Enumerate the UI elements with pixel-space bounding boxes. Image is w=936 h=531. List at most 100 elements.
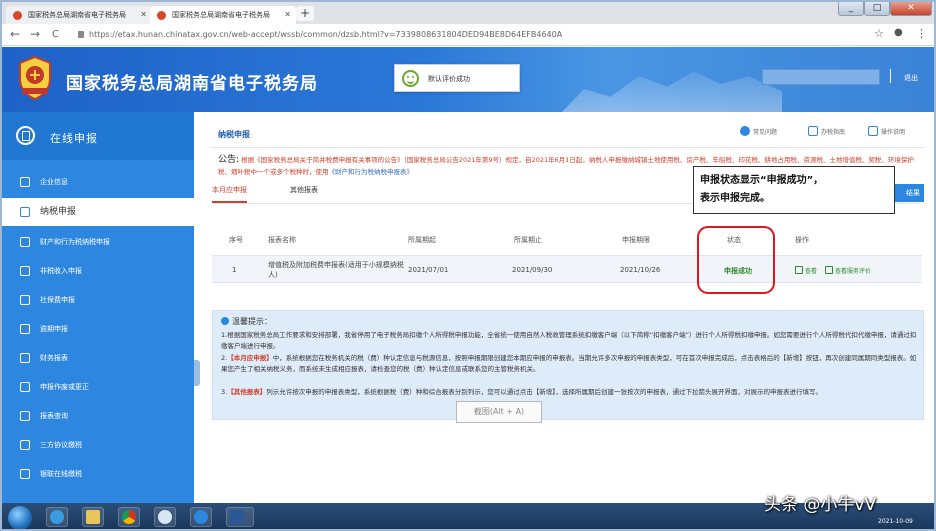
column-header: 所属期止 — [514, 236, 542, 244]
tax-favicon-icon — [13, 11, 22, 20]
service-eval-link[interactable]: 查看服务评价 — [825, 266, 871, 275]
sidebar-item-company-info[interactable]: 企业信息 — [2, 168, 194, 196]
sidebar-item-label: 三方协议缴税 — [40, 441, 82, 449]
tab-close-icon[interactable]: ✕ — [284, 6, 291, 24]
table-header: 序号 报表名称 所属期起 所属期止 申报期限 状态 操作 — [212, 224, 922, 254]
sidebar-item-tripartite[interactable]: 三方协议缴税 — [2, 431, 194, 459]
view-link[interactable]: 查看 — [795, 266, 817, 275]
great-wall-decoration — [562, 71, 782, 112]
list-icon — [868, 126, 878, 136]
success-toast: 默认评价成功 — [394, 64, 520, 92]
tip-paragraph-1: 1.根据国家税务总局工作要求和安排部署，我省停用了电子税务局扣缴个人所得税申报功… — [221, 331, 917, 350]
word-taskbar-icon[interactable] — [226, 507, 254, 527]
app-taskbar-icon[interactable] — [154, 507, 176, 527]
sidebar: 在线申报 企业信息 纳税申报 财产和行为税纳税申报 非税收入申报 社保费申报 逾… — [2, 112, 194, 503]
browser-menu-icon[interactable]: ⋮ — [916, 27, 927, 40]
faq-link[interactable]: 常见问题 — [740, 126, 777, 139]
tab-title: 国家税务总局湖南省电子税务局 — [28, 11, 126, 19]
sidebar-item-report-query[interactable]: 报表查询 — [2, 402, 194, 430]
column-header: 序号 — [229, 236, 243, 244]
profile-icon[interactable]: ● — [894, 27, 903, 38]
sidebar-header: 在线申报 — [2, 112, 194, 160]
column-header: 申报期限 — [622, 236, 650, 244]
tip-paragraph-2: 2.【本月应申报】中，系统根据您在税务机关的税（费）种认定信息与税源信息，按照申… — [221, 353, 917, 375]
status-highlight-ring — [697, 226, 775, 294]
tab-other-reports[interactable]: 其他报表 — [290, 185, 318, 195]
tool-label: 操作说明 — [881, 129, 906, 136]
start-button[interactable] — [8, 506, 32, 529]
table-row: 1 增值税及附加税费申报表(适用于小规模纳税人) 2021/07/01 2021… — [212, 255, 922, 283]
sidebar-item-property-tax[interactable]: 财产和行为税纳税申报 — [2, 228, 194, 256]
tip-label: 【其他报表】 — [227, 388, 267, 396]
tab-close-icon[interactable]: ✕ — [140, 6, 147, 24]
sidebar-item-overdue[interactable]: 逾期申报 — [2, 315, 194, 343]
callout-line: 表示申报完成。 — [700, 193, 770, 204]
tool-label: 常见问题 — [753, 129, 778, 136]
site-title: 国家税务总局湖南省电子税务局 — [66, 74, 318, 94]
browser-tab-2[interactable]: 国家税务总局湖南省电子税务局 ✕ — [150, 6, 296, 24]
watermark: 头条 @小牛vV — [764, 495, 877, 515]
maximize-button[interactable]: □ — [864, 2, 890, 16]
tip-text: 中，系统根据您在税务机关的税（费）种认定信息与税源信息，按照申报期限创建您本期应… — [221, 354, 917, 373]
folder-icon — [86, 510, 100, 524]
sidebar-item-label: 社保费申报 — [40, 296, 75, 304]
tip-paragraph-3: 3.【其他报表】列示允许按次申报的申报表类型，系统根据税（费）种和综合报表分别列… — [221, 387, 917, 398]
window-close-button[interactable]: ✕ — [890, 2, 932, 16]
system-date: 2021-10-09 — [878, 518, 913, 525]
manual-link[interactable]: 操作说明 — [868, 126, 905, 139]
column-header: 操作 — [795, 236, 809, 244]
eval-label: 查看服务评价 — [835, 268, 872, 275]
chart-icon — [20, 353, 30, 363]
new-tab-button[interactable]: + — [296, 6, 314, 21]
logout-link[interactable]: 退出 — [904, 73, 918, 83]
announcement-label: 公告: — [218, 155, 240, 165]
ie-taskbar-icon[interactable] — [46, 507, 68, 527]
sidebar-title: 在线申报 — [50, 132, 98, 145]
breadcrumb[interactable]: 纳税申报 — [218, 129, 250, 140]
qq-icon — [194, 510, 208, 524]
qq-taskbar-icon[interactable] — [190, 507, 212, 527]
chrome-taskbar-icon[interactable] — [118, 507, 140, 527]
sidebar-item-social-security[interactable]: 社保费申报 — [2, 286, 194, 314]
ie-icon — [50, 510, 64, 524]
sidebar-item-financial-report[interactable]: 财务报表 — [2, 344, 194, 372]
column-header: 报表名称 — [268, 236, 296, 244]
period-end: 2021/09/30 — [512, 266, 553, 274]
bookmark-star-icon[interactable]: ☆ — [874, 27, 884, 40]
sidebar-item-void-correct[interactable]: 申报作废或更正 — [2, 373, 194, 401]
url-field[interactable]: https://etax.hunan.chinatax.gov.cn/web-a… — [78, 28, 562, 42]
sidebar-item-tax-declaration[interactable]: 纳税申报 — [2, 198, 194, 226]
announcement-link[interactable]: 《财产和行为税纳税申报表》 — [329, 168, 414, 176]
sidebar-item-label: 企业信息 — [40, 178, 68, 186]
guide-link[interactable]: 办税指南 — [808, 126, 845, 139]
reload-button[interactable]: C — [52, 27, 59, 42]
sidebar-item-unionpay[interactable]: 银联在线缴税 — [2, 460, 194, 488]
tab-current-month[interactable]: 本月应申报 — [212, 185, 247, 203]
sidebar-item-nontax-income[interactable]: 非税收入申报 — [2, 257, 194, 285]
explorer-taskbar-icon[interactable] — [82, 507, 104, 527]
list-icon — [20, 382, 30, 392]
forward-button[interactable]: → — [30, 27, 40, 42]
period-start: 2021/07/01 — [408, 266, 449, 274]
app-icon — [158, 510, 172, 524]
minimize-button[interactable]: _ — [838, 2, 864, 16]
user-name-box — [762, 69, 880, 85]
browser-tabbar: 国家税务总局湖南省电子税务局 ✕ 国家税务总局湖南省电子税务局 ✕ + _ □ … — [2, 2, 934, 24]
sidebar-item-label: 报表查询 — [40, 412, 68, 420]
view-icon — [825, 266, 833, 274]
divider — [210, 147, 924, 148]
smile-icon — [402, 70, 419, 87]
deadline: 2021/10/26 — [620, 266, 661, 274]
sidebar-item-label: 申报作废或更正 — [40, 383, 89, 391]
search-doc-icon — [20, 411, 30, 421]
lock-icon — [78, 31, 84, 38]
sidebar-item-label: 银联在线缴税 — [40, 470, 82, 478]
sidebar-item-label: 财产和行为税纳税申报 — [40, 238, 110, 246]
company-icon — [20, 177, 30, 187]
tax-emblem-icon — [19, 55, 51, 101]
sidebar-item-label: 纳税申报 — [40, 207, 77, 217]
back-button[interactable]: ← — [10, 27, 20, 42]
tab-title: 国家税务总局湖南省电子税务局 — [172, 11, 270, 19]
sidebar-item-label: 非税收入申报 — [40, 267, 82, 275]
browser-tab-1[interactable]: 国家税务总局湖南省电子税务局 ✕ — [6, 6, 152, 24]
